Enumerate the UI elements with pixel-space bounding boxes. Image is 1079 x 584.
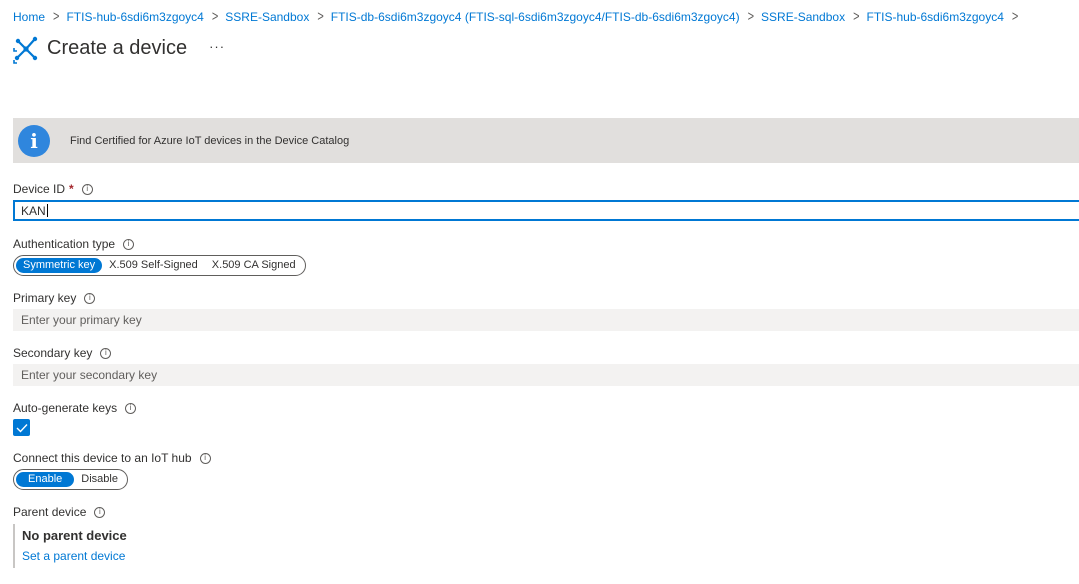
parent-device-box: No parent device Set a parent device	[13, 524, 313, 568]
auto-generate-checkbox[interactable]	[13, 419, 30, 436]
connect-hub-toggle: Enable Disable	[13, 469, 128, 490]
info-icon: i	[18, 124, 50, 157]
connect-disable-option[interactable]: Disable	[74, 472, 125, 487]
auth-option-x509-ca-signed[interactable]: X.509 CA Signed	[205, 258, 303, 273]
required-marker: *	[69, 182, 74, 196]
chevron-right-icon: >	[53, 9, 60, 25]
set-parent-device-link[interactable]: Set a parent device	[22, 549, 313, 563]
breadcrumb-database[interactable]: FTIS-db-6sdi6m3zgoyc4 (FTIS-sql-6sdi6m3z…	[331, 10, 740, 24]
info-tooltip-icon[interactable]: i	[199, 452, 211, 464]
info-banner[interactable]: i Find Certified for Azure IoT devices i…	[13, 118, 1079, 163]
chevron-right-icon: >	[747, 9, 755, 25]
breadcrumb: Home > FTIS-hub-6sdi6m3zgoyc4 > SSRE-San…	[13, 9, 1025, 25]
chevron-right-icon: >	[853, 9, 860, 25]
primary-key-label: Primary key i	[13, 291, 96, 305]
parent-device-label: Parent device i	[13, 505, 106, 519]
parent-device-label-text: Parent device	[13, 505, 87, 519]
auth-type-label: Authentication type i	[13, 237, 135, 251]
breadcrumb-resource-group-2[interactable]: SSRE-Sandbox	[761, 10, 845, 24]
auth-option-x509-self-signed[interactable]: X.509 Self-Signed	[102, 258, 205, 273]
device-id-input[interactable]: KAN	[13, 200, 1079, 221]
device-id-label: Device ID * i	[13, 182, 93, 196]
text-caret	[46, 204, 48, 217]
breadcrumb-iot-hub[interactable]: FTIS-hub-6sdi6m3zgoyc4	[66, 10, 203, 24]
more-options-button[interactable]: ···	[209, 39, 225, 54]
auto-generate-label: Auto-generate keys i	[13, 401, 137, 415]
chevron-right-icon: >	[317, 9, 324, 25]
connect-hub-label: Connect this device to an IoT hub i	[13, 451, 211, 465]
auth-type-label-text: Authentication type	[13, 237, 116, 251]
connect-hub-label-text: Connect this device to an IoT hub	[13, 451, 192, 465]
info-tooltip-icon[interactable]: i	[84, 292, 96, 304]
breadcrumb-iot-hub-2[interactable]: FTIS-hub-6sdi6m3zgoyc4	[867, 10, 1004, 24]
device-id-label-text: Device ID	[13, 182, 66, 196]
secondary-key-input[interactable]: Enter your secondary key	[13, 364, 1079, 386]
auto-generate-label-text: Auto-generate keys	[13, 401, 118, 415]
page-header: Create a device ···	[12, 32, 225, 64]
chevron-right-icon: >	[211, 9, 219, 25]
parent-device-value: No parent device	[22, 528, 127, 543]
iot-device-icon	[13, 36, 38, 64]
info-tooltip-icon[interactable]: i	[123, 238, 135, 250]
connect-enable-option[interactable]: Enable	[16, 472, 75, 487]
breadcrumb-home[interactable]: Home	[13, 10, 45, 24]
info-tooltip-icon[interactable]: i	[81, 183, 93, 195]
primary-key-placeholder: Enter your primary key	[21, 313, 142, 327]
info-banner-text: Find Certified for Azure IoT devices in …	[70, 134, 350, 147]
page-title: Create a device	[47, 36, 188, 59]
checkmark-icon	[16, 423, 28, 433]
secondary-key-placeholder: Enter your secondary key	[21, 368, 158, 382]
primary-key-input[interactable]: Enter your primary key	[13, 309, 1079, 331]
primary-key-label-text: Primary key	[13, 291, 77, 305]
info-tooltip-icon[interactable]: i	[94, 506, 106, 518]
info-tooltip-icon[interactable]: i	[125, 402, 137, 414]
auth-option-symmetric-key[interactable]: Symmetric key	[16, 258, 103, 273]
secondary-key-label: Secondary key i	[13, 346, 112, 360]
breadcrumb-resource-group[interactable]: SSRE-Sandbox	[225, 10, 309, 24]
auth-type-toggle: Symmetric key X.509 Self-Signed X.509 CA…	[13, 255, 306, 276]
chevron-right-icon: >	[1011, 9, 1019, 25]
device-id-value: KAN	[21, 203, 46, 218]
secondary-key-label-text: Secondary key	[13, 346, 93, 360]
info-tooltip-icon[interactable]: i	[100, 347, 112, 359]
